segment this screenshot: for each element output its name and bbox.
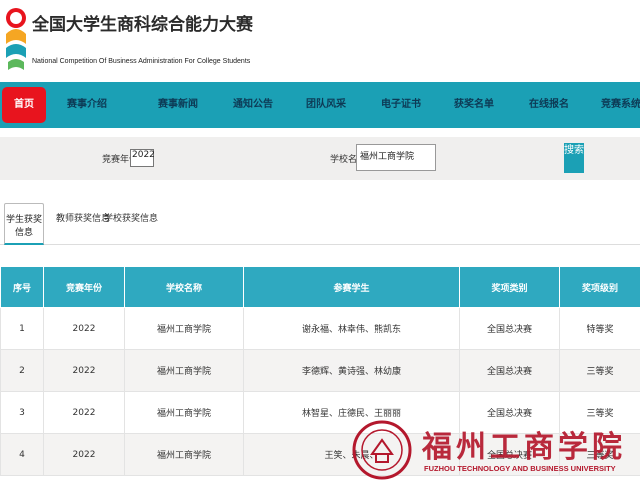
watermark-name-cn: 福州工商学院	[422, 430, 626, 465]
watermark-name-en: FUZHOU TECHNOLOGY AND BUSINESS UNIVERSIT…	[424, 464, 616, 473]
university-watermark: 福州工商学院 FUZHOU TECHNOLOGY AND BUSINESS UN…	[350, 416, 640, 480]
university-seal-icon	[352, 420, 412, 480]
col-award-level: 奖项级别	[559, 266, 640, 308]
site-title: 全国大学生商科综合能力大赛	[32, 15, 253, 35]
col-award-type: 奖项类别	[459, 266, 560, 308]
school-input-value: 福州工商学院	[360, 152, 415, 162]
main-nav: 首页 赛事介绍 赛事新闻 通知公告 团队风采 电子证书 获奖名单 在线报名 竞赛…	[0, 82, 640, 128]
cell-award-level: 三等奖	[559, 349, 640, 392]
col-index: 序号	[0, 266, 44, 308]
cell-award-level: 特等奖	[559, 307, 640, 350]
nav-home[interactable]: 首页	[2, 87, 46, 123]
cell-index: 1	[0, 307, 44, 350]
tab-student-awards-label: 学生获奖信息	[5, 215, 42, 238]
cell-year: 2022	[43, 433, 125, 476]
cell-students: 李德辉、黄诗强、林幼康	[243, 349, 460, 392]
table-row: 1 2022 福州工商学院 谢永福、林幸伟、熊凯东 全国总决赛 特等奖	[0, 307, 640, 350]
table-header-row: 序号 竞赛年份 学校名称 参赛学生 奖项类别 奖项级别	[0, 266, 640, 308]
nav-item-intro[interactable]: 赛事介绍	[67, 82, 107, 128]
cell-award-type: 全国总决赛	[459, 349, 560, 392]
cell-index: 2	[0, 349, 44, 392]
nav-item-winners[interactable]: 获奖名单	[454, 82, 494, 128]
col-year: 竞赛年份	[43, 266, 125, 308]
cell-award-type: 全国总决赛	[459, 307, 560, 350]
school-input[interactable]: 福州工商学院	[356, 144, 436, 171]
site-header: 全国大学生商科综合能力大赛 National Competition Of Bu…	[0, 0, 640, 82]
col-students: 参赛学生	[243, 266, 460, 308]
tab-teacher-awards[interactable]: 教师获奖信息	[56, 211, 110, 224]
cell-school: 福州工商学院	[124, 349, 244, 392]
cell-index: 4	[0, 433, 44, 476]
nav-item-team[interactable]: 团队风采	[306, 82, 346, 128]
search-button[interactable]: 搜索	[564, 143, 584, 173]
search-button-label: 搜索	[564, 145, 584, 156]
col-school: 学校名称	[124, 266, 244, 308]
competition-logo-icon	[6, 8, 26, 70]
year-select-value: 2022	[132, 150, 155, 160]
cell-year: 2022	[43, 391, 125, 434]
search-bar: 竞赛年份： 2022 学校名称： 福州工商学院 搜索	[0, 137, 640, 180]
nav-item-certificate[interactable]: 电子证书	[381, 82, 421, 128]
cell-index: 3	[0, 391, 44, 434]
nav-item-register[interactable]: 在线报名	[529, 82, 569, 128]
tab-school-awards[interactable]: 学校获奖信息	[104, 211, 158, 224]
cell-year: 2022	[43, 307, 125, 350]
nav-item-news[interactable]: 赛事新闻	[158, 82, 198, 128]
tab-student-awards[interactable]: 学生获奖信息	[4, 203, 44, 245]
cell-school: 福州工商学院	[124, 307, 244, 350]
site-subtitle: National Competition Of Business Adminis…	[32, 58, 251, 65]
nav-item-notices[interactable]: 通知公告	[233, 82, 273, 128]
nav-item-system[interactable]: 竞赛系统	[601, 82, 640, 128]
cell-year: 2022	[43, 349, 125, 392]
cell-school: 福州工商学院	[124, 433, 244, 476]
cell-school: 福州工商学院	[124, 391, 244, 434]
year-select[interactable]: 2022	[130, 149, 155, 167]
award-tabs: 学生获奖信息 教师获奖信息 学校获奖信息	[0, 203, 640, 245]
cell-students: 谢永福、林幸伟、熊凯东	[243, 307, 460, 350]
table-row: 2 2022 福州工商学院 李德辉、黄诗强、林幼康 全国总决赛 三等奖	[0, 349, 640, 392]
